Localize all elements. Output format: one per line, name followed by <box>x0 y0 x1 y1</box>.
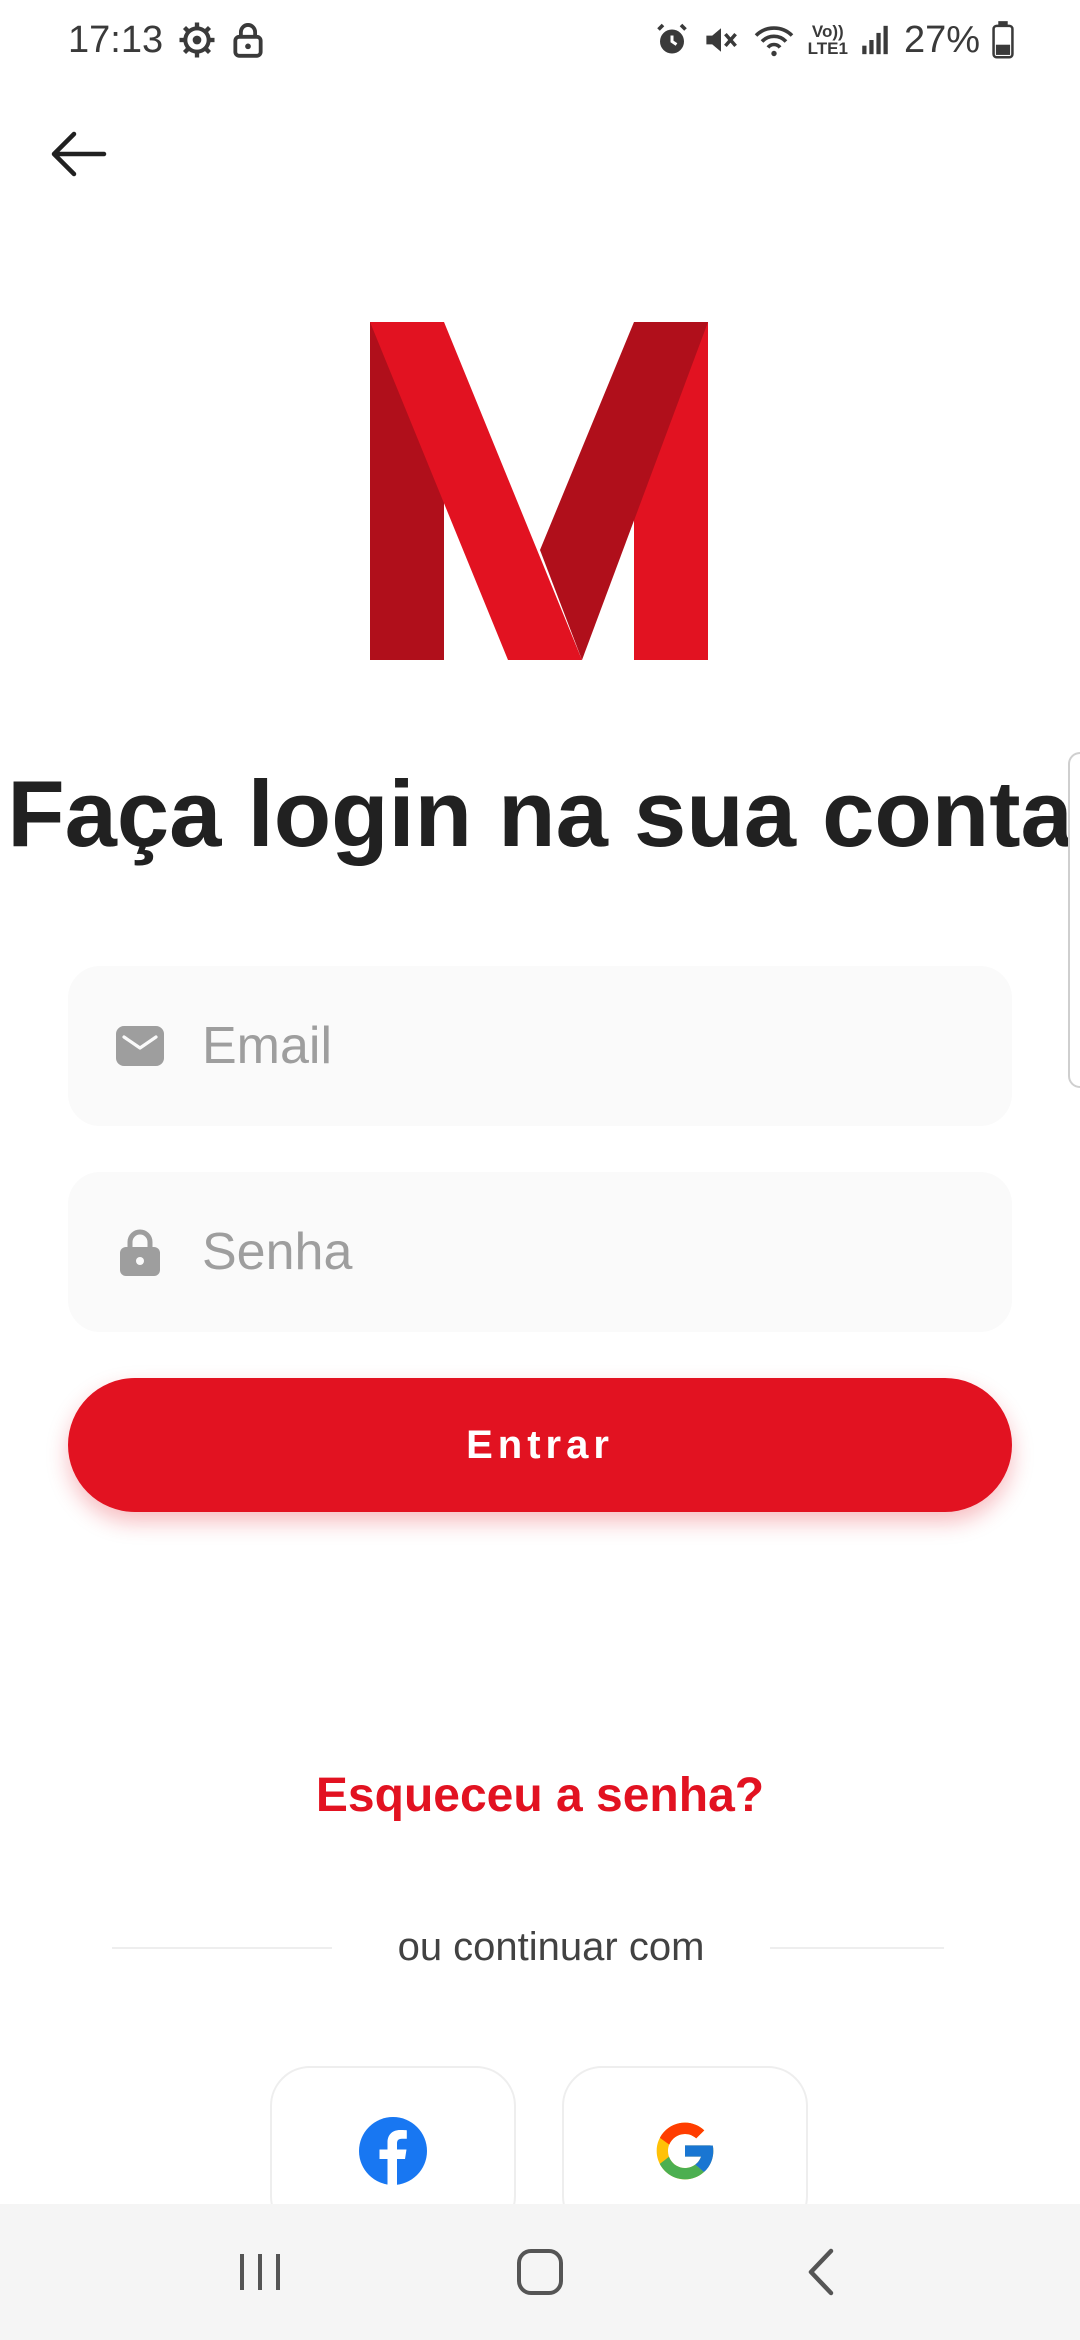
volte-lte-icon: Vo)) LTE1 <box>808 23 848 57</box>
wifi-icon <box>752 22 796 58</box>
status-right: Vo)) LTE1 27% <box>654 19 1014 62</box>
alarm-icon <box>654 22 690 58</box>
app-logo <box>370 322 708 660</box>
home-button[interactable] <box>480 2222 600 2322</box>
system-back-button[interactable] <box>760 2222 880 2322</box>
edge-panel-handle[interactable] <box>1068 752 1080 1088</box>
m-logo-icon <box>370 322 708 660</box>
home-icon <box>517 2249 563 2295</box>
login-button[interactable]: Entrar <box>68 1378 1012 1512</box>
battery-icon <box>992 21 1014 59</box>
google-icon <box>656 2122 714 2180</box>
login-screen: 17:13 Vo)) LTE1 27% Faça login na sua co… <box>0 0 1080 2340</box>
network-label-top: Vo)) <box>811 22 844 41</box>
divider-line-right <box>770 1947 944 1949</box>
divider-line-left <box>112 1947 332 1949</box>
network-label-bottom: LTE1 <box>807 39 848 58</box>
recents-icon <box>240 2254 280 2290</box>
divider-text: ou continuar com <box>397 1925 705 1969</box>
password-field[interactable] <box>68 1172 1012 1332</box>
signal-icon <box>860 23 890 57</box>
facebook-icon <box>359 2117 427 2185</box>
email-field[interactable] <box>68 966 1012 1126</box>
back-button[interactable] <box>44 120 112 188</box>
password-input[interactable] <box>202 1222 982 1282</box>
lock-icon <box>116 1228 164 1276</box>
mail-icon <box>116 1022 164 1070</box>
navigation-bar <box>0 2204 1080 2340</box>
gear-icon <box>177 20 217 60</box>
recents-button[interactable] <box>200 2222 320 2322</box>
forgot-password-link[interactable]: Esqueceu a senha? <box>0 1768 1080 1823</box>
battery-percent: 27% <box>903 18 980 61</box>
back-icon <box>808 2248 834 2296</box>
page-title: Faça login na sua conta <box>7 761 1073 866</box>
mute-icon <box>702 22 740 58</box>
status-time: 17:13 <box>68 18 164 61</box>
status-left: 17:13 <box>68 19 265 62</box>
status-bar: 17:13 Vo)) LTE1 27% <box>0 0 1080 80</box>
lock-icon <box>231 21 265 59</box>
email-input[interactable] <box>202 1016 982 1076</box>
arrow-left-icon <box>51 131 107 177</box>
